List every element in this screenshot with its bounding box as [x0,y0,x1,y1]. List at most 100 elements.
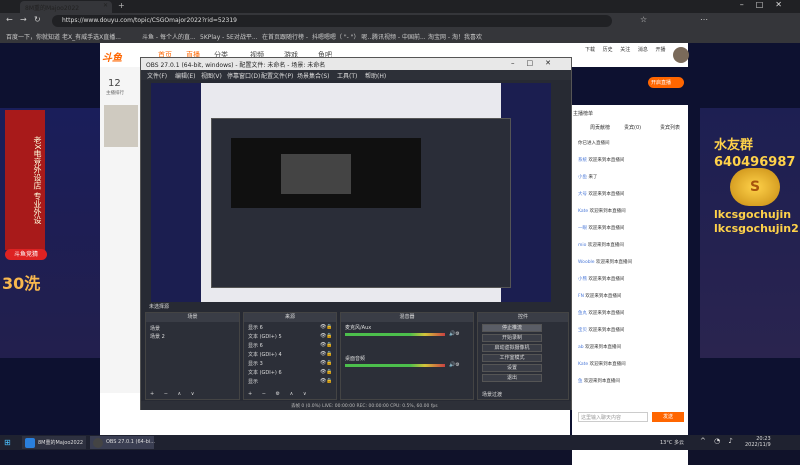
close-button[interactable]: ✕ [775,0,794,9]
site-logo[interactable]: 斗鱼 [102,49,138,65]
menu-item[interactable]: 文件(F) [147,71,167,80]
visibility-lock-icon[interactable]: 👁🔒 [320,378,333,384]
browser-app-icon [25,438,35,448]
left-banner-text: 老X电竞外设店 专业外设 [5,110,45,250]
virtual-camera-button[interactable]: 启动虚拟摄像机 [482,344,542,352]
taskbar-app-browser[interactable]: 8M重的Majoo2022 [22,436,86,449]
start-record-button[interactable]: 开始录制 [482,334,542,342]
chat-username[interactable]: Wooble [578,260,595,265]
visibility-lock-icon[interactable]: 👁🔒 [320,351,333,357]
bookmark-item[interactable]: 5KPlay - 5E对战平... [200,32,258,41]
chat-username[interactable]: 小熊 [578,277,587,282]
visibility-lock-icon[interactable]: 👁🔒 [320,360,333,366]
bookmark-item[interactable]: 百度一下，你就知道 [6,32,60,41]
settings-button[interactable]: 设置 [482,364,542,372]
exit-button[interactable]: 退出 [482,374,542,382]
source-item[interactable]: 显示 6 [248,342,263,349]
studio-mode-button[interactable]: 工作室模式 [482,354,542,362]
star-icon[interactable]: ☆ [640,15,647,24]
maximize-button[interactable]: □ [527,59,546,67]
chat-username[interactable]: 大号 [578,192,587,197]
back-icon[interactable]: ← [6,15,13,24]
menu-item[interactable]: 配置文件(P) [261,71,293,80]
scene-item[interactable]: 场景 2 [150,333,165,340]
browser-tab[interactable]: 8M重的Majoo2022 ✕ [20,1,112,13]
obs-window-controls[interactable]: –□✕ [511,59,563,67]
bookmark-item[interactable]: 斗鱼 - 每个人的直... [142,32,196,41]
message-icon[interactable]: 消息 [638,47,648,53]
visibility-lock-icon[interactable]: 👁🔒 [320,342,333,348]
source-item[interactable]: 显示 3 [248,360,263,367]
streamer-thumbnail[interactable] [104,105,138,147]
maximize-button[interactable]: □ [756,0,776,9]
source-item[interactable]: 文本 (GDI+) 6 [248,369,282,376]
chat-tab[interactable]: 贵宾列表 [660,124,680,131]
url-input[interactable]: https://www.douyu.com/topic/CSGOmajor202… [52,15,612,27]
header-icons[interactable]: 下载 历史 关注 消息 开播 [585,46,665,53]
reload-icon[interactable]: ↻ [34,15,41,24]
chat-username[interactable]: 鱼 [578,379,583,384]
volume-icon[interactable]: 🔊⚙ [449,362,460,368]
chat-username[interactable]: 鱼丸 [578,311,587,316]
menu-item[interactable]: 停靠窗口(D) [227,71,260,80]
system-tray-icons[interactable]: ^ ◔ ♪ [700,437,736,445]
chat-username[interactable]: ab [578,345,584,350]
history-icon[interactable]: 历史 [603,47,613,53]
menu-item[interactable]: 视图(V) [201,71,222,80]
forward-icon[interactable]: → [20,15,27,24]
stop-stream-button[interactable]: 停止推流 [482,324,542,332]
chat-username[interactable]: mio [578,243,586,248]
menu-item[interactable]: 编辑(E) [175,71,195,80]
source-toolbar[interactable]: + − ⚙ ∧ ∨ [248,391,311,397]
send-button[interactable]: 发送 [652,412,684,422]
source-item[interactable]: 文本 (GDI+) 4 [248,351,282,358]
scene-toolbar[interactable]: + − ∧ ∨ [150,391,198,397]
minimize-button[interactable]: – [511,59,527,67]
new-tab-button[interactable]: + [118,1,125,10]
source-item[interactable]: 显示 6 [248,324,263,331]
visibility-lock-icon[interactable]: 👁🔒 [320,324,333,330]
chat-tab[interactable]: 周贡献榜 [590,124,610,131]
chat-username[interactable]: 一眼 [578,226,587,231]
avatar[interactable] [673,47,689,63]
extensions-icon[interactable]: ⋯ [700,15,708,24]
open-live-button[interactable]: 开启直播 [648,77,684,88]
clock[interactable]: 20:23 2022/11/9 [745,436,771,448]
close-button[interactable]: ✕ [545,59,563,67]
taskbar-app-obs[interactable]: OBS 27.0.1 (64-bi... [90,436,155,449]
bookmark-item[interactable]: 抖嗯嗯嗯（ "- "） 呢... [312,32,373,41]
follow-icon[interactable]: 关注 [620,47,630,53]
left-red-badge[interactable]: 斗鱼竞猜 [5,249,47,260]
windows-start-icon[interactable]: ⊞ [4,438,13,447]
chat-username[interactable]: Kate [578,362,588,367]
visibility-lock-icon[interactable]: 👁🔒 [320,369,333,375]
chat-username[interactable]: 宝贝 [578,328,587,333]
chat-input[interactable]: 这里输入聊天内容 [578,412,648,422]
download-icon[interactable]: 下载 [585,47,595,53]
controls-title: 控件 [478,313,568,322]
visibility-lock-icon[interactable]: 👁🔒 [320,333,333,339]
source-item[interactable]: 显示 [248,378,258,385]
chat-username[interactable]: 小鱼 [578,175,587,180]
bookmark-item[interactable]: 老X_有威手选X直播... [62,32,121,41]
chat-tab[interactable]: 贵宾(0) [624,124,641,131]
chat-username[interactable]: 系统 [578,158,587,163]
menu-item[interactable]: 场景集合(S) [297,71,330,80]
source-item[interactable]: 文本 (GDI+) 5 [248,333,282,340]
scene-item[interactable]: 场景 [150,325,160,332]
broadcast-icon[interactable]: 开播 [655,47,665,53]
chat-username[interactable]: FN [578,294,584,299]
chat-username[interactable]: Kate [578,209,588,214]
transitions-tab[interactable]: 场景过渡 [482,391,502,398]
chat-message: 你已进入直播间 [578,140,684,146]
menu-item[interactable]: 帮助(H) [365,71,386,80]
bookmark-item[interactable]: 在首页跟随行榜 - [262,32,308,41]
window-controls[interactable]: –□✕ [740,0,794,9]
menu-item[interactable]: 工具(T) [337,71,357,80]
close-tab-icon[interactable]: ✕ [103,2,108,9]
bookmark-item[interactable]: 腾讯视频 - 中国前... [372,32,426,41]
weather-widget[interactable]: 13°C 多云 [660,439,684,446]
bookmark-item[interactable]: 淘宝网 - 淘！我喜欢 [428,32,482,41]
volume-icon[interactable]: 🔊⚙ [449,331,460,337]
minimize-button[interactable]: – [740,0,756,9]
